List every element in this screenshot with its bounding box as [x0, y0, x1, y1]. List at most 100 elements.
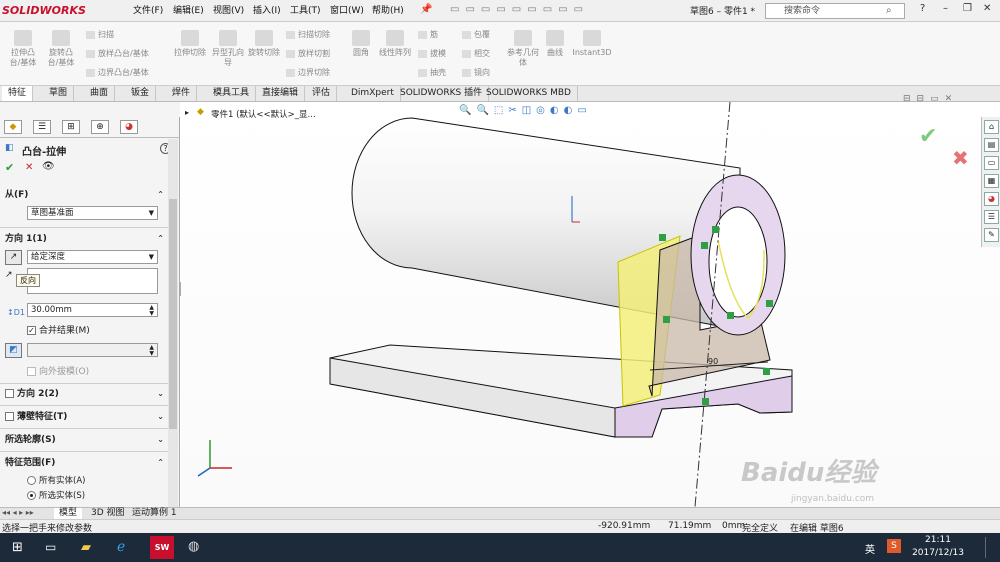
- revolve-boss-button[interactable]: 旋转凸台/基体: [44, 30, 78, 68]
- reverse-direction-button[interactable]: ↗: [5, 250, 22, 265]
- tab-weldments[interactable]: 焊件: [166, 86, 198, 101]
- language-indicator[interactable]: 英: [865, 541, 875, 556]
- pin-icon[interactable]: 📌: [420, 4, 432, 15]
- shell-button[interactable]: 抽壳: [418, 67, 446, 78]
- cancel-icon[interactable]: ✕: [25, 162, 33, 173]
- wrap-button[interactable]: 包覆: [462, 29, 490, 40]
- tab-dimxpert[interactable]: DimXpert: [345, 86, 401, 101]
- from-select[interactable]: 草图基准面 ▼: [27, 206, 158, 220]
- paint-taskbar-icon[interactable]: ◍: [188, 539, 199, 554]
- linear-pattern-button[interactable]: 线性阵列: [378, 30, 412, 58]
- boundary-cut-button[interactable]: 边界切除: [286, 67, 330, 78]
- relation-marker[interactable]: [663, 316, 670, 323]
- draft-toggle-button[interactable]: ◩: [5, 343, 22, 358]
- relation-marker[interactable]: [712, 226, 719, 233]
- feature-tree-tab-icon[interactable]: ◆: [4, 120, 22, 134]
- menu-edit[interactable]: 编辑(E): [173, 4, 204, 18]
- quick-access-toolbar[interactable]: ▭▭▭▭▭▭▭▭▭: [450, 4, 680, 18]
- tab-mbd[interactable]: SOLIDWORKS MBD: [480, 86, 578, 101]
- forum-icon[interactable]: ✎: [984, 228, 999, 242]
- property-manager-tab-icon[interactable]: ☰: [33, 120, 51, 134]
- menu-tools[interactable]: 工具(T): [290, 4, 321, 18]
- dimension-value[interactable]: 90: [708, 357, 718, 366]
- help-button[interactable]: ?: [920, 3, 925, 14]
- tab-model[interactable]: 模型: [54, 508, 83, 519]
- relation-marker[interactable]: [702, 398, 709, 405]
- edge-browser-icon[interactable]: ℯ: [117, 539, 125, 555]
- scope-selected-bodies-radio[interactable]: 所选实体(S): [27, 489, 85, 501]
- ok-icon[interactable]: ✔: [5, 161, 14, 174]
- menu-insert[interactable]: 插入(I): [253, 4, 281, 18]
- file-explorer-taskbar-icon[interactable]: ▰: [81, 540, 91, 555]
- sweep-button[interactable]: 扫描: [86, 29, 114, 40]
- mirror-button[interactable]: 镜向: [462, 67, 490, 78]
- tab-direct-editing[interactable]: 直接编辑: [256, 86, 306, 101]
- display-manager-tab-icon[interactable]: ◕: [120, 120, 138, 134]
- minimize-button[interactable]: –: [943, 3, 948, 14]
- relation-marker[interactable]: [766, 300, 773, 307]
- relation-marker[interactable]: [727, 312, 734, 319]
- boundary-boss-button[interactable]: 边界凸台/基体: [86, 67, 149, 78]
- custom-properties-icon[interactable]: ☰: [984, 210, 999, 224]
- relation-marker[interactable]: [701, 242, 708, 249]
- reference-geometry-button[interactable]: 参考几何体: [506, 30, 540, 68]
- loft-button[interactable]: 放样凸台/基体: [86, 48, 149, 59]
- section-feature-scope[interactable]: 特征范围(F) ⌃: [0, 455, 178, 471]
- relation-marker[interactable]: [763, 368, 770, 375]
- menu-help[interactable]: 帮助(H): [372, 4, 404, 18]
- tab-motion-study[interactable]: 运动算例 1: [127, 508, 182, 519]
- solidworks-taskbar-icon[interactable]: SW: [150, 536, 174, 559]
- spinner-icon[interactable]: ▲ ▼: [149, 305, 154, 317]
- search-icon[interactable]: ⌕: [886, 4, 892, 18]
- section-direction1[interactable]: 方向 1(1) ⌃: [0, 231, 178, 247]
- model-scene[interactable]: 90: [181, 102, 1000, 507]
- draft-angle-input[interactable]: ▲ ▼: [27, 343, 158, 357]
- draft-outward-checkbox[interactable]: 向外拔模(O): [27, 364, 89, 377]
- section-thin-feature[interactable]: 薄壁特征(T) ⌄: [0, 409, 178, 425]
- tab-mold-tools[interactable]: 模具工具: [207, 86, 257, 101]
- scope-all-bodies-radio[interactable]: 所有实体(A): [27, 474, 85, 486]
- draft-button[interactable]: 拔模: [418, 48, 446, 59]
- section-from[interactable]: 从(F) ⌃: [0, 187, 178, 203]
- loft-cut-button[interactable]: 放样切割: [286, 48, 330, 59]
- task-view-icon[interactable]: ▭: [45, 540, 56, 554]
- relation-marker[interactable]: [659, 234, 666, 241]
- graphics-viewport[interactable]: ▸ ◆ 零件1 (默认<<默认>_显... 🔍🔍⬚✂◫◎◐◐▭ ⊟⊟▭✕ ✔ ✖…: [181, 94, 1000, 507]
- panel-scrollbar[interactable]: [168, 139, 178, 507]
- tab-surfaces[interactable]: 曲面: [84, 86, 116, 101]
- merge-result-checkbox[interactable]: ✓ 合并结果(M): [27, 323, 90, 336]
- intersect-button[interactable]: 相交: [462, 48, 490, 59]
- spinner-icon[interactable]: ▲ ▼: [149, 345, 154, 357]
- section-direction2[interactable]: 方向 2(2) ⌄: [0, 386, 178, 402]
- scrollbar-thumb[interactable]: [169, 199, 177, 429]
- tab-scroll-arrows[interactable]: ◂◂ ◂ ▸ ▸▸: [2, 508, 34, 517]
- preview-eye-icon[interactable]: 👁: [42, 161, 55, 172]
- show-desktop-button[interactable]: [985, 537, 997, 558]
- end-condition-select[interactable]: 给定深度 ▼: [27, 250, 158, 264]
- dimxpert-tab-icon[interactable]: ⊕: [91, 120, 109, 134]
- tab-addins[interactable]: SOLIDWORKS 插件: [394, 86, 490, 101]
- extrude-cut-button[interactable]: 拉伸切除: [173, 30, 207, 58]
- revolve-cut-button[interactable]: 旋转切除: [247, 30, 281, 58]
- rib-button[interactable]: 筋: [418, 29, 438, 40]
- section-selected-contours[interactable]: 所选轮廓(S) ⌄: [0, 432, 178, 448]
- menu-view[interactable]: 视图(V): [213, 4, 244, 18]
- close-button[interactable]: ✕: [983, 3, 991, 14]
- tab-sketch[interactable]: 草图: [43, 86, 75, 101]
- instant3d-button[interactable]: Instant3D: [572, 30, 612, 58]
- clock-time[interactable]: 21:11: [908, 535, 968, 545]
- tab-sheet-metal[interactable]: 钣金: [125, 86, 157, 101]
- search-input[interactable]: 搜索命令 ⌕: [765, 3, 905, 19]
- clock-date[interactable]: 2017/12/13: [908, 548, 968, 558]
- fillet-button[interactable]: 圆角: [346, 30, 376, 58]
- menu-window[interactable]: 窗口(W): [330, 4, 364, 18]
- home-icon[interactable]: ⌂: [984, 120, 999, 134]
- view-palette-icon[interactable]: ▦: [984, 174, 999, 188]
- extrude-boss-button[interactable]: 拉伸凸台/基体: [6, 30, 40, 68]
- windows-start-icon[interactable]: ⊞: [12, 540, 23, 555]
- ime-icon[interactable]: S: [887, 539, 901, 553]
- depth-input[interactable]: 30.00mm ▲ ▼: [27, 303, 158, 317]
- file-explorer-icon[interactable]: ▭: [984, 156, 999, 170]
- design-library-icon[interactable]: ▤: [984, 138, 999, 152]
- swept-cut-button[interactable]: 扫描切除: [286, 29, 330, 40]
